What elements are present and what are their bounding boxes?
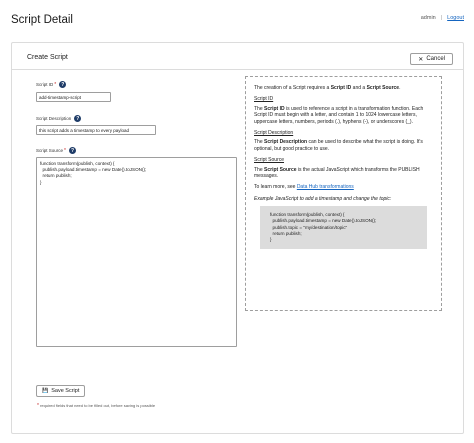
script-source-label: Script Source * ? [36, 147, 76, 154]
user-area: admin | Logout [421, 15, 464, 21]
script-id-label: Script ID * ? [36, 81, 67, 88]
help-icon[interactable]: ? [74, 115, 82, 122]
page-header: Script Detail admin | Logout [0, 0, 474, 34]
card-title: Create Script [27, 54, 68, 61]
logout-link[interactable]: Logout [447, 15, 464, 21]
info-learn-more: To learn more, see Data Hub transformati… [254, 184, 354, 191]
info-description-text: The Script Description can be used to de… [254, 139, 423, 152]
script-description-label-text: Script Description [36, 116, 72, 121]
info-intro: The creation of a Script requires a Scri… [254, 85, 401, 91]
user-separator: | [440, 15, 443, 21]
footnote-required-mark: * [37, 403, 39, 409]
help-icon[interactable]: ? [59, 81, 67, 88]
create-script-card: Create Script ✕ Cancel Script ID * ? Scr… [11, 42, 464, 434]
info-id-heading: Script ID [254, 96, 274, 103]
info-description-heading: Script Description [254, 130, 294, 137]
cancel-label: Cancel [426, 56, 445, 62]
data-hub-transformations-link[interactable]: Data Hub transformations [297, 184, 354, 190]
example-caption: Example JavaScript to add a timestamp an… [254, 195, 392, 202]
close-icon: ✕ [418, 56, 424, 63]
script-description-input[interactable] [36, 125, 156, 135]
script-id-input[interactable] [36, 92, 111, 102]
required-mark: * [54, 81, 57, 88]
cancel-button[interactable]: ✕ Cancel [410, 53, 453, 65]
card-header: Create Script ✕ Cancel [12, 43, 463, 70]
script-source-label-text: Script Source [36, 148, 64, 153]
required-mark: * [64, 147, 66, 154]
script-source-editor[interactable]: function transform(publish, context) { p… [36, 157, 237, 347]
script-description-label: Script Description ? [36, 115, 82, 122]
info-source-text: The Script Source is the actual JavaScri… [254, 166, 420, 180]
save-icon: 💾 [42, 388, 49, 394]
page-title: Script Detail [11, 14, 73, 26]
save-script-button[interactable]: 💾 Save Script [36, 385, 86, 397]
footnote-text: required fields that need to be filled o… [40, 403, 156, 408]
info-panel: The creation of a Script requires a Scri… [245, 76, 442, 311]
save-label: Save Script [51, 388, 80, 394]
help-icon[interactable]: ? [68, 147, 76, 154]
example-code-block: function transform(publish, context) { p… [260, 206, 427, 250]
username: admin [420, 15, 436, 21]
required-footnote: * required fields that need to be filled… [36, 403, 155, 409]
script-id-label-text: Script ID [36, 82, 54, 87]
info-source-heading: Script Source [254, 157, 285, 164]
info-id-text: The Script ID is used to reference a scr… [254, 105, 424, 125]
